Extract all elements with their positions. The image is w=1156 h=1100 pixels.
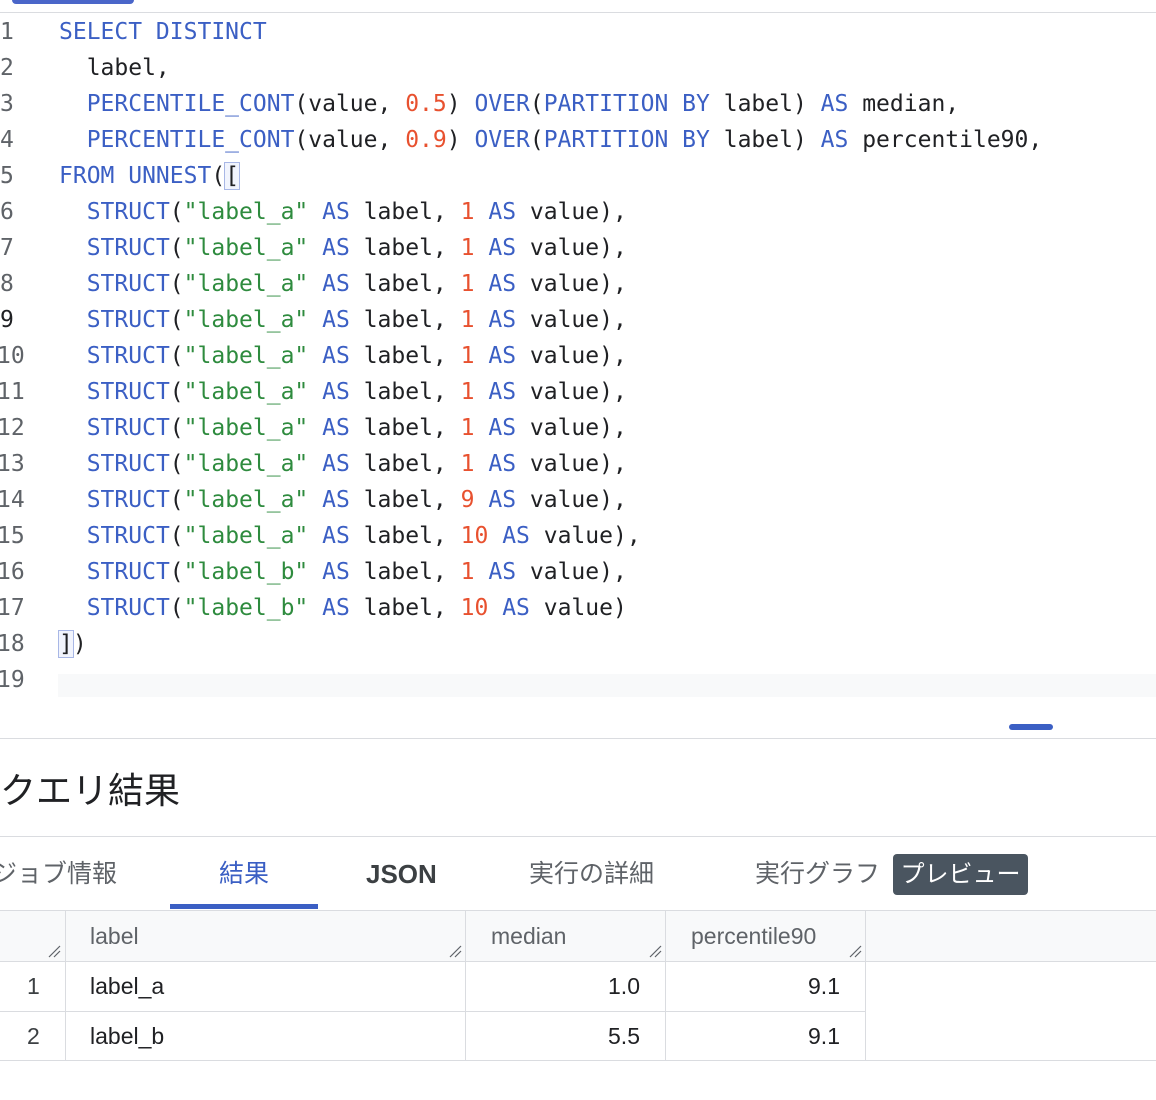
results-title-divider bbox=[0, 836, 1156, 837]
query-results-title: クエリ結果 bbox=[0, 771, 181, 812]
row-number: 1 bbox=[27, 973, 40, 999]
code-line[interactable]: 6 STRUCT("label_a" AS label, 1 AS value)… bbox=[0, 194, 1156, 230]
tab-job-info[interactable]: ジョブ情報 bbox=[0, 854, 117, 894]
code-line[interactable]: 14 STRUCT("label_a" AS label, 9 AS value… bbox=[0, 482, 1156, 518]
active-tab-underline bbox=[170, 904, 318, 909]
line-number: 13 bbox=[0, 451, 25, 477]
cell-percentile90[interactable]: 9.1 bbox=[666, 1012, 840, 1061]
code-text[interactable]: ]) bbox=[58, 626, 87, 662]
line-number: 8 bbox=[0, 271, 14, 297]
column-resize-icon[interactable] bbox=[848, 944, 862, 958]
code-line[interactable]: 15 STRUCT("label_a" AS label, 10 AS valu… bbox=[0, 518, 1156, 554]
code-text[interactable]: STRUCT("label_a" AS label, 1 AS value), bbox=[59, 194, 627, 230]
code-text[interactable]: STRUCT("label_b" AS label, 10 AS value) bbox=[59, 590, 627, 626]
line-number: 14 bbox=[0, 487, 25, 513]
line-number: 18 bbox=[0, 631, 25, 657]
line-number: 15 bbox=[0, 523, 25, 549]
line-number: 19 bbox=[0, 667, 25, 693]
tab-results[interactable]: 結果 bbox=[219, 854, 269, 894]
table-header-row bbox=[0, 911, 1156, 961]
code-text[interactable]: STRUCT("label_a" AS label, 1 AS value), bbox=[59, 230, 627, 266]
line-number: 4 bbox=[0, 127, 14, 153]
code-text[interactable]: FROM UNNEST([ bbox=[59, 158, 241, 194]
code-line[interactable]: 10 STRUCT("label_a" AS label, 1 AS value… bbox=[0, 338, 1156, 374]
code-line[interactable]: 2 label, bbox=[0, 50, 1156, 86]
sql-editor[interactable]: 1 SELECT DISTINCT 2 label, 3 PERCENTILE_CON… bbox=[0, 14, 1156, 697]
column-resize-icon[interactable] bbox=[448, 944, 462, 958]
code-line[interactable]: 3 PERCENTILE_CONT(value, 0.5) OVER(PARTI… bbox=[0, 86, 1156, 122]
line-number: 17 bbox=[0, 595, 25, 621]
line-number: 10 bbox=[0, 343, 25, 369]
column-divider bbox=[65, 911, 66, 1061]
top-divider bbox=[0, 12, 1156, 13]
column-header-median[interactable]: median bbox=[491, 911, 566, 961]
line-number: 16 bbox=[0, 559, 25, 585]
line-number: 5 bbox=[0, 163, 14, 189]
cell-label[interactable]: label_a bbox=[90, 962, 164, 1011]
line-number: 11 bbox=[0, 379, 25, 405]
tab-execution-details[interactable]: 実行の詳細 bbox=[529, 854, 654, 894]
code-text[interactable]: STRUCT("label_a" AS label, 1 AS value), bbox=[59, 338, 627, 374]
code-text[interactable]: label, bbox=[59, 50, 170, 86]
line-number: 12 bbox=[0, 415, 25, 441]
editor-divider bbox=[0, 738, 1156, 739]
editor-resize-handle[interactable] bbox=[1009, 724, 1053, 730]
line-number: 7 bbox=[0, 235, 14, 261]
code-text[interactable]: PERCENTILE_CONT(value, 0.9) OVER(PARTITI… bbox=[59, 122, 1043, 158]
code-line[interactable]: 18]) bbox=[0, 626, 1156, 662]
cell-percentile90[interactable]: 9.1 bbox=[666, 962, 840, 1011]
column-resize-icon[interactable] bbox=[47, 944, 61, 958]
code-text[interactable]: STRUCT("label_a" AS label, 1 AS value), bbox=[59, 446, 627, 482]
code-line[interactable]: 1 SELECT DISTINCT bbox=[0, 14, 1156, 50]
line-number: 1 bbox=[0, 19, 14, 45]
code-line[interactable]: 5 FROM UNNEST([ bbox=[0, 158, 1156, 194]
code-line[interactable]: 16 STRUCT("label_b" AS label, 1 AS value… bbox=[0, 554, 1156, 590]
cell-label[interactable]: label_b bbox=[90, 1012, 164, 1061]
cell-median[interactable]: 5.5 bbox=[466, 1012, 640, 1061]
code-line[interactable]: 13 STRUCT("label_a" AS label, 1 AS value… bbox=[0, 446, 1156, 482]
row-number: 2 bbox=[27, 1023, 40, 1049]
code-text[interactable]: STRUCT("label_a" AS label, 1 AS value), bbox=[59, 374, 627, 410]
code-text[interactable]: SELECT DISTINCT bbox=[59, 14, 267, 50]
code-line[interactable]: 12 STRUCT("label_a" AS label, 1 AS value… bbox=[0, 410, 1156, 446]
code-line[interactable]: 9 STRUCT("label_a" AS label, 1 AS value)… bbox=[0, 302, 1156, 338]
top-tab-indicator bbox=[12, 0, 134, 4]
code-text[interactable]: STRUCT("label_a" AS label, 9 AS value), bbox=[59, 482, 627, 518]
code-text[interactable]: PERCENTILE_CONT(value, 0.5) OVER(PARTITI… bbox=[59, 86, 959, 122]
code-text[interactable]: STRUCT("label_a" AS label, 1 AS value), bbox=[59, 266, 627, 302]
cell-median[interactable]: 1.0 bbox=[466, 962, 640, 1011]
code-text[interactable]: STRUCT("label_a" AS label, 1 AS value), bbox=[59, 302, 627, 338]
code-line[interactable]: 11 STRUCT("label_a" AS label, 1 AS value… bbox=[0, 374, 1156, 410]
code-line[interactable]: 7 STRUCT("label_a" AS label, 1 AS value)… bbox=[0, 230, 1156, 266]
column-header-percentile90[interactable]: percentile90 bbox=[691, 911, 816, 961]
line-number: 6 bbox=[0, 199, 14, 225]
line-number: 3 bbox=[0, 91, 14, 117]
code-line[interactable]: 19 bbox=[0, 662, 1156, 698]
preview-badge: プレビュー bbox=[893, 854, 1028, 895]
column-header-label[interactable]: label bbox=[90, 911, 139, 961]
code-text[interactable]: STRUCT("label_a" AS label, 1 AS value), bbox=[59, 410, 627, 446]
tab-json[interactable]: JSON bbox=[366, 854, 437, 894]
code-line[interactable]: 8 STRUCT("label_a" AS label, 1 AS value)… bbox=[0, 266, 1156, 302]
code-text[interactable]: STRUCT("label_a" AS label, 10 AS value), bbox=[59, 518, 641, 554]
code-line[interactable]: 17 STRUCT("label_b" AS label, 10 AS valu… bbox=[0, 590, 1156, 626]
tab-execution-graph[interactable]: 実行グラフ bbox=[755, 854, 880, 894]
code-line[interactable]: 4 PERCENTILE_CONT(value, 0.9) OVER(PARTI… bbox=[0, 122, 1156, 158]
column-divider bbox=[865, 911, 866, 1061]
line-number: 9 bbox=[0, 307, 14, 333]
line-number: 2 bbox=[0, 55, 14, 81]
column-resize-icon[interactable] bbox=[648, 944, 662, 958]
code-text[interactable]: STRUCT("label_b" AS label, 1 AS value), bbox=[59, 554, 627, 590]
